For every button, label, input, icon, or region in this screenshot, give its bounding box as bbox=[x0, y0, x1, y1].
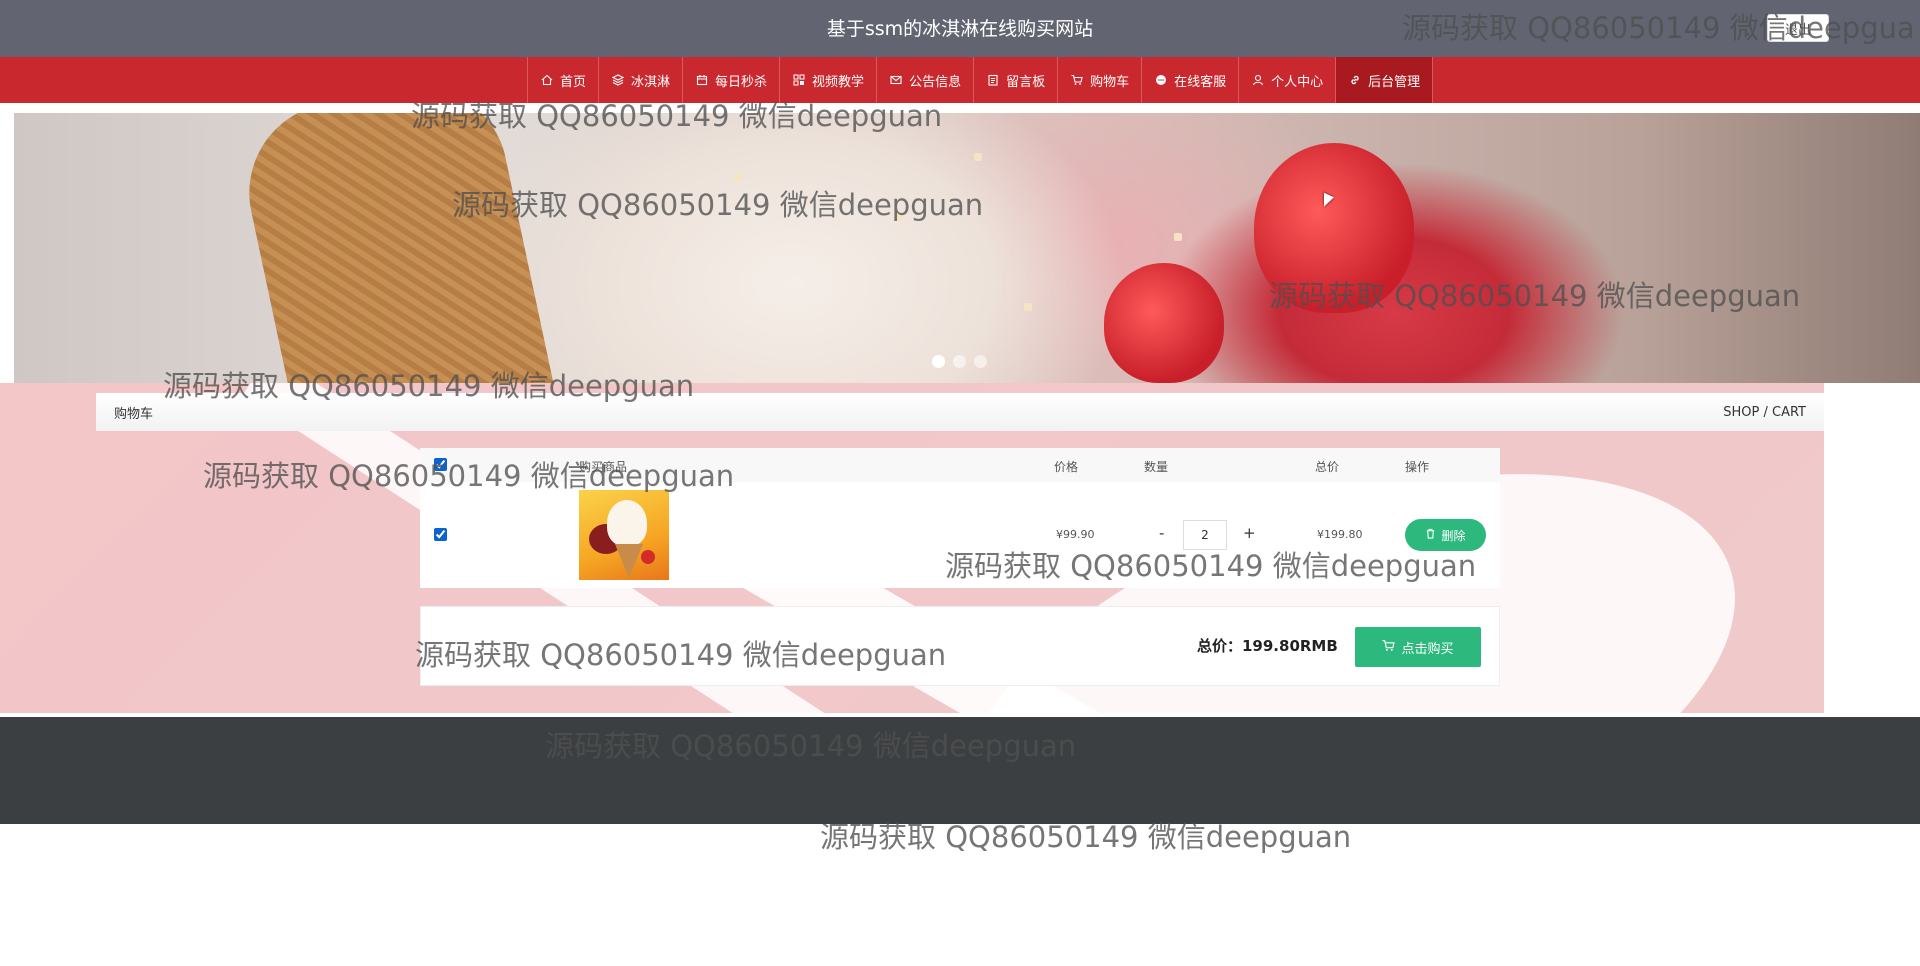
nav-item-videos[interactable]: 视频教学 bbox=[780, 57, 878, 103]
nav-item-label: 视频教学 bbox=[812, 74, 865, 90]
cart-icon bbox=[1382, 639, 1396, 656]
nav-item-notices[interactable]: 公告信息 bbox=[877, 57, 975, 103]
banner-sprinkle bbox=[894, 213, 902, 221]
carousel-indicators bbox=[932, 355, 987, 368]
cart-table: 购买商品 价格 数量 总价 操作 ¥99.90 - 2 + ¥199.80 删除 bbox=[420, 448, 1500, 588]
nav-item-personal-center[interactable]: 个人中心 bbox=[1239, 57, 1337, 103]
nav-item-cart[interactable]: 购物车 bbox=[1058, 57, 1143, 103]
delete-button[interactable]: 删除 bbox=[1405, 519, 1486, 551]
nav-list: 首页 冰淇淋 每日秒杀 视频教学 公告信息 留言板 购物车 在线客服 个人中心 … bbox=[527, 57, 1434, 103]
cart-total-panel: 总价：199.80RMB 点击购买 bbox=[420, 606, 1500, 686]
cart-total-amount: 总价：199.80RMB bbox=[1197, 637, 1338, 655]
select-all-checkbox[interactable] bbox=[434, 458, 447, 471]
calendar-icon bbox=[695, 73, 709, 87]
home-icon bbox=[540, 73, 554, 87]
main-nav: 首页 冰淇淋 每日秒杀 视频教学 公告信息 留言板 购物车 在线客服 个人中心 … bbox=[0, 57, 1920, 103]
nav-item-label: 留言板 bbox=[1006, 74, 1046, 90]
breadcrumb-path: SHOP / CART bbox=[1723, 404, 1806, 420]
item-checkbox[interactable] bbox=[434, 528, 447, 541]
site-title: 基于ssm的冰淇淋在线购买网站 bbox=[826, 18, 1094, 40]
column-product: 购买商品 bbox=[579, 460, 628, 474]
top-bar: 基于ssm的冰淇淋在线购买网站 退出 bbox=[0, 0, 1920, 57]
nav-item-label: 每日秒杀 bbox=[715, 74, 768, 90]
thumbnail-shape bbox=[615, 544, 643, 578]
chat-icon bbox=[1154, 73, 1168, 87]
checkout-label: 点击购买 bbox=[1401, 641, 1454, 657]
nav-item-admin[interactable]: 后台管理 bbox=[1336, 57, 1434, 103]
nav-item-message-board[interactable]: 留言板 bbox=[974, 57, 1059, 103]
breadcrumb: 购物车 SHOP / CART bbox=[96, 393, 1824, 431]
footer bbox=[0, 717, 1920, 824]
layers-icon bbox=[611, 73, 625, 87]
quantity-increase-button[interactable]: + bbox=[1243, 524, 1256, 542]
cart-table-header: 购买商品 价格 数量 总价 操作 bbox=[420, 448, 1500, 482]
cart-icon bbox=[1070, 73, 1084, 87]
banner-carousel[interactable] bbox=[14, 113, 1920, 383]
mail-icon bbox=[889, 73, 903, 87]
nav-item-icecream[interactable]: 冰淇淋 bbox=[599, 57, 684, 103]
quantity-input[interactable]: 2 bbox=[1183, 520, 1227, 550]
column-action: 操作 bbox=[1405, 460, 1430, 474]
quantity-decrease-button[interactable]: - bbox=[1159, 524, 1164, 542]
thumbnail-shape bbox=[641, 550, 655, 564]
banner-sprinkle bbox=[974, 153, 982, 161]
nav-item-home[interactable]: 首页 bbox=[528, 57, 600, 103]
delete-label: 删除 bbox=[1441, 528, 1466, 543]
nav-item-online-service[interactable]: 在线客服 bbox=[1142, 57, 1240, 103]
apps-icon bbox=[792, 73, 806, 87]
banner-strawberry-graphic bbox=[1254, 143, 1414, 313]
checkout-button[interactable]: 点击购买 bbox=[1355, 627, 1481, 667]
trash-icon bbox=[1425, 528, 1436, 542]
breadcrumb-current: 购物车 bbox=[114, 406, 154, 422]
banner-sprinkle bbox=[1174, 233, 1182, 241]
nav-item-label: 在线客服 bbox=[1174, 74, 1227, 90]
nav-item-label: 购物车 bbox=[1090, 74, 1130, 90]
column-price: 价格 bbox=[1054, 460, 1079, 474]
product-thumbnail[interactable] bbox=[579, 490, 669, 580]
item-total: ¥199.80 bbox=[1317, 528, 1363, 541]
nav-item-flash-sale[interactable]: 每日秒杀 bbox=[683, 57, 781, 103]
cart-item-row: ¥99.90 - 2 + ¥199.80 删除 bbox=[420, 482, 1500, 588]
banner-strawberry-graphic bbox=[1104, 263, 1224, 383]
banner-sprinkle bbox=[734, 173, 742, 181]
item-price: ¥99.90 bbox=[1056, 528, 1095, 541]
column-quantity: 数量 bbox=[1144, 460, 1169, 474]
carousel-dot[interactable] bbox=[974, 355, 987, 368]
link-icon bbox=[1348, 73, 1362, 87]
thumbnail-shape bbox=[607, 500, 647, 546]
nav-item-label: 冰淇淋 bbox=[631, 74, 671, 90]
user-icon bbox=[1251, 73, 1265, 87]
nav-item-label: 后台管理 bbox=[1368, 74, 1421, 90]
column-total: 总价 bbox=[1315, 460, 1340, 474]
nav-item-label: 个人中心 bbox=[1271, 74, 1324, 90]
nav-item-label: 公告信息 bbox=[909, 74, 962, 90]
nav-item-label: 首页 bbox=[560, 74, 587, 90]
carousel-dot[interactable] bbox=[953, 355, 966, 368]
carousel-dot[interactable] bbox=[932, 355, 945, 368]
banner-wafer-graphic bbox=[232, 113, 556, 383]
logout-button[interactable]: 退出 bbox=[1767, 14, 1829, 42]
banner-sprinkle bbox=[1024, 303, 1032, 311]
clipboard-icon bbox=[986, 73, 1000, 87]
